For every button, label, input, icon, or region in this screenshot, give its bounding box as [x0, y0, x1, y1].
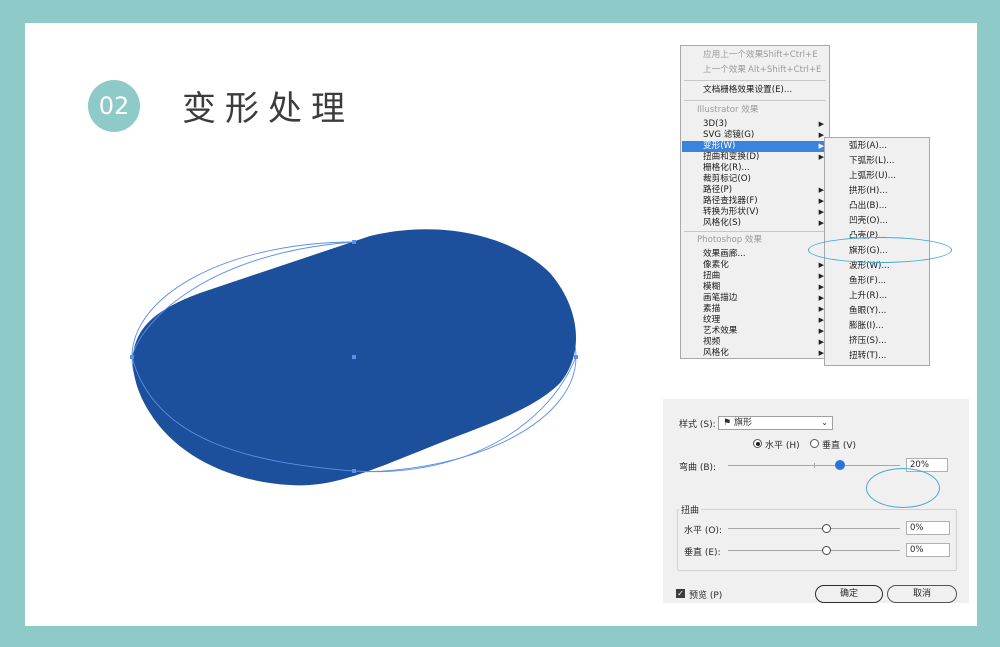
distort-vertical-label: 垂直 (E): — [684, 548, 721, 558]
menu-item-label: SVG 滤镜(G) — [703, 130, 755, 140]
submenu-item-fish[interactable]: 鱼形(F)... — [825, 274, 929, 289]
distort-horizontal-track[interactable] — [728, 528, 900, 529]
menu-item-label: 像素化 — [703, 260, 729, 270]
distort-vertical-track[interactable] — [728, 550, 900, 551]
preview-label: 预览 (P) — [689, 591, 723, 601]
menu-item-sketch[interactable]: 素描 ▶ — [682, 304, 828, 315]
menu-item-apply-last-effect[interactable]: 应用上一个效果 Shift+Ctrl+E — [682, 50, 828, 61]
menu-item-label: 转换为形状(V) — [703, 207, 759, 217]
submenu-item-fisheye[interactable]: 鱼眼(Y)... — [825, 304, 929, 319]
flag-highlight-annotation — [808, 237, 952, 263]
submenu-item-arch[interactable]: 拱形(H)... — [825, 184, 929, 199]
bend-slider-handle[interactable] — [835, 460, 845, 470]
distort-horizontal-input[interactable]: 0% — [906, 521, 950, 535]
menu-item-label: 路径查找器(F) — [703, 196, 758, 206]
submenu-item-shell-lower[interactable]: 凹壳(O)... — [825, 214, 929, 229]
submenu-item-arc[interactable]: 弧形(A)... — [825, 139, 929, 154]
bend-value-highlight-annotation — [866, 468, 940, 508]
menu-section-illustrator: Illustrator 效果 — [697, 105, 759, 115]
chevron-down-icon: ⌄ — [821, 418, 828, 427]
center-point — [352, 355, 356, 359]
menu-item-label: 路径(P) — [703, 185, 733, 195]
menu-item-pathfinder[interactable]: 路径查找器(F) ▶ — [682, 196, 828, 207]
menu-shortcut: Alt+Shift+Ctrl+E — [748, 65, 822, 75]
menu-item-distort[interactable]: 扭曲 ▶ — [682, 271, 828, 282]
submenu-item-arc-lower[interactable]: 下弧形(L)... — [825, 154, 929, 169]
menu-item-last-effect[interactable]: 上一个效果 Alt+Shift+Ctrl+E — [682, 65, 828, 76]
anchor-point-bottom[interactable] — [352, 469, 356, 473]
submenu-item-arc-upper[interactable]: 上弧形(U)... — [825, 169, 929, 184]
anchor-point-top[interactable] — [352, 240, 356, 244]
menu-item-label: 素描 — [703, 304, 721, 314]
menu-item-artistic[interactable]: 艺术效果 ▶ — [682, 326, 828, 337]
menu-item-pixelate[interactable]: 像素化 ▶ — [682, 260, 828, 271]
menu-item-label: 风格化(S) — [703, 218, 741, 228]
menu-item-label: 3D(3) — [703, 119, 728, 129]
distort-horizontal-handle[interactable] — [822, 524, 831, 533]
menu-separator — [684, 100, 826, 101]
distort-vertical-handle[interactable] — [822, 546, 831, 555]
menu-item-label: 艺术效果 — [703, 326, 738, 336]
menu-item-label: 纹理 — [703, 315, 721, 325]
vertical-radio[interactable] — [810, 439, 819, 448]
submenu-item-bulge[interactable]: 凸出(B)... — [825, 199, 929, 214]
menu-separator — [684, 80, 826, 81]
submenu-arrow-icon: ▶ — [818, 120, 824, 128]
menu-item-label: 画笔描边 — [703, 293, 738, 303]
menu-item-svg-filters[interactable]: SVG 滤镜(G) ▶ — [682, 130, 828, 141]
menu-item-label: 应用上一个效果 — [703, 50, 764, 60]
bend-slider-center-tick — [814, 463, 815, 468]
menu-item-video[interactable]: 视频 ▶ — [682, 337, 828, 348]
horizontal-radio-label: 水平 (H) — [765, 441, 800, 451]
menu-item-stylize[interactable]: 风格化(S) ▶ — [682, 218, 828, 229]
distort-group — [677, 509, 957, 571]
submenu-item-rise[interactable]: 上升(R)... — [825, 289, 929, 304]
menu-item-document-raster-settings[interactable]: 文档栅格效果设置(E)... — [682, 85, 828, 96]
flag-icon: ⚑ — [723, 418, 732, 428]
menu-item-effect-gallery[interactable]: 效果画廊... — [682, 249, 828, 260]
menu-item-crop-marks[interactable]: 裁剪标记(O) — [682, 174, 828, 185]
submenu-item-inflate[interactable]: 膨胀(I)... — [825, 319, 929, 334]
style-select[interactable]: ⚑ 旗形 ⌄ — [718, 416, 833, 430]
menu-section-photoshop: Photoshop 效果 — [697, 235, 763, 245]
menu-item-path[interactable]: 路径(P) ▶ — [682, 185, 828, 196]
menu-item-3d[interactable]: 3D(3) ▶ — [682, 119, 828, 130]
menu-item-label: 扭曲和变换(D) — [703, 152, 760, 162]
distort-vertical-input[interactable]: 0% — [906, 543, 950, 557]
style-label: 样式 (S): — [679, 420, 716, 430]
menu-item-label: 扭曲 — [703, 271, 721, 281]
style-select-value: 旗形 — [733, 418, 752, 428]
menu-shortcut: Shift+Ctrl+E — [763, 50, 818, 60]
ok-button[interactable]: 确定 — [815, 585, 883, 603]
preview-checkbox[interactable]: ✓ — [676, 589, 685, 598]
menu-item-label: 变形(W) — [703, 141, 736, 151]
menu-item-label: 上一个效果 — [703, 65, 746, 75]
menu-item-distort-transform[interactable]: 扭曲和变换(D) ▶ — [682, 152, 828, 163]
menu-item-label: 模糊 — [703, 282, 721, 292]
menu-item-blur[interactable]: 模糊 ▶ — [682, 282, 828, 293]
artboard: 02 变形处理 应用上一个效果 Shift+Ctrl+E 上一个效果 Alt+Shi… — [25, 23, 977, 626]
menu-item-rasterize[interactable]: 栅格化(R)... — [682, 163, 828, 174]
menu-item-label: 视频 — [703, 337, 721, 347]
anchor-point-left[interactable] — [130, 355, 134, 359]
vertical-radio-label: 垂直 (V) — [822, 441, 857, 451]
menu-item-convert-to-shape[interactable]: 转换为形状(V) ▶ — [682, 207, 828, 218]
menu-item-label: 风格化 — [703, 348, 729, 358]
horizontal-radio[interactable] — [753, 439, 762, 448]
distort-horizontal-label: 水平 (O): — [684, 526, 722, 536]
menu-separator — [684, 231, 826, 232]
effect-menu: 应用上一个效果 Shift+Ctrl+E 上一个效果 Alt+Shift+Ctrl+… — [680, 45, 830, 359]
menu-item-warp[interactable]: 变形(W) ▶ — [682, 141, 828, 152]
cancel-button[interactable]: 取消 — [887, 585, 957, 603]
distort-group-label: 扭曲 — [679, 503, 702, 516]
menu-item-brush-strokes[interactable]: 画笔描边 ▶ — [682, 293, 828, 304]
anchor-point-right[interactable] — [574, 355, 578, 359]
menu-item-stylize-ps[interactable]: 风格化 ▶ — [682, 348, 828, 359]
submenu-item-squeeze[interactable]: 挤压(S)... — [825, 334, 929, 349]
submenu-item-twist[interactable]: 扭转(T)... — [825, 349, 929, 364]
menu-item-texture[interactable]: 纹理 ▶ — [682, 315, 828, 326]
bend-label: 弯曲 (B): — [679, 463, 717, 473]
